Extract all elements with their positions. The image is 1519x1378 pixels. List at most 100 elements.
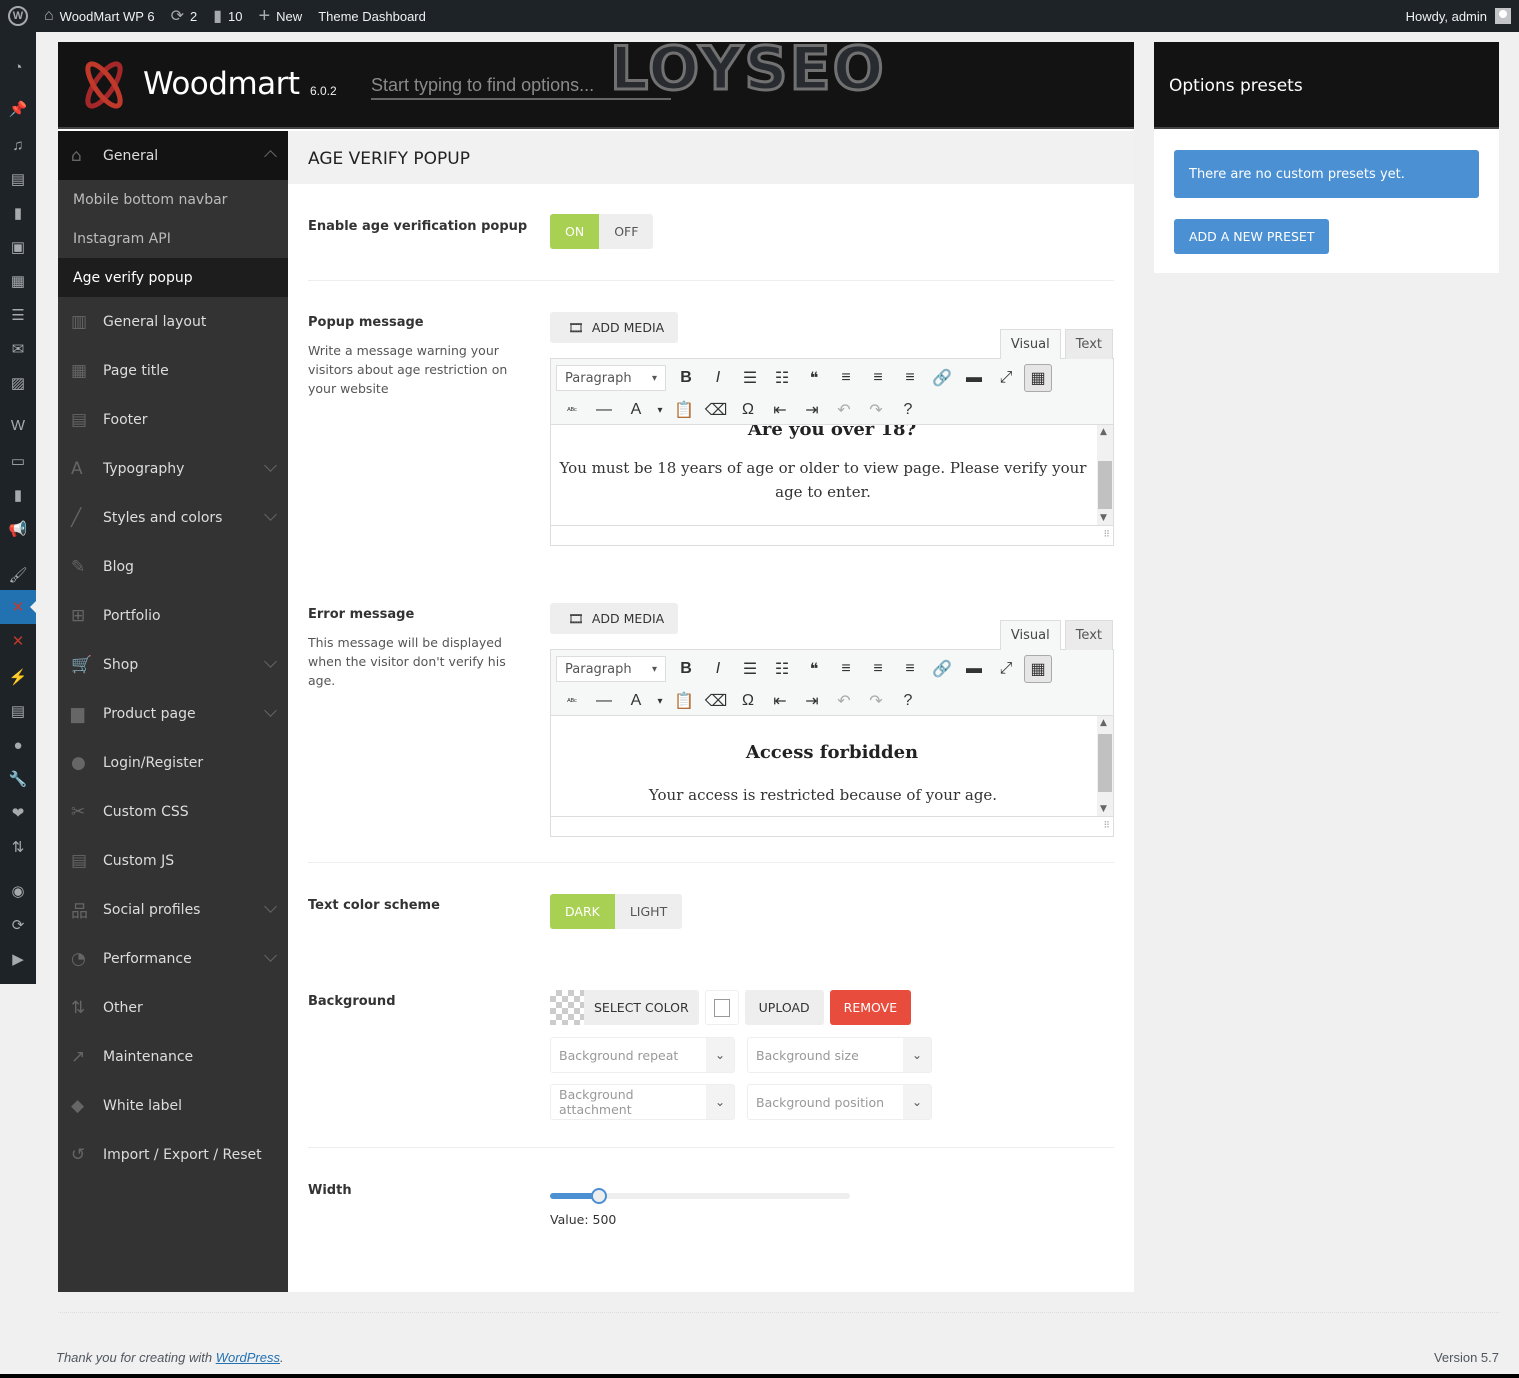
media-icon[interactable]: ♫ (0, 128, 36, 162)
wpml-icon[interactable]: ◉ (0, 874, 36, 908)
dropdown-icon[interactable]: ▾ (652, 405, 668, 416)
sidebar-subitem[interactable]: Instagram API (58, 219, 288, 258)
background-position-select[interactable]: Background position ⌄ (747, 1084, 932, 1120)
mail-icon[interactable]: ✉ (0, 332, 36, 366)
comments-link[interactable]: ▮ 10 (205, 0, 250, 32)
align-right-icon[interactable]: ≡ (894, 369, 926, 387)
read-more-icon[interactable]: ▬ (958, 369, 990, 387)
color-scheme-toggle[interactable]: DARK LIGHT (550, 894, 683, 929)
italic-icon[interactable]: I (702, 660, 734, 678)
link-icon[interactable]: 🔗 (926, 659, 958, 679)
background-attachment-select[interactable]: Background attachment ⌄ (550, 1084, 735, 1120)
width-slider[interactable] (550, 1188, 850, 1204)
forms-icon[interactable]: ☰ (0, 298, 36, 332)
read-more-icon[interactable]: ▬ (958, 660, 990, 678)
clear-format-icon[interactable]: ⌫ (700, 400, 732, 420)
fullscreen-icon[interactable]: ⤢ (990, 660, 1022, 678)
sidebar-item-social-profiles[interactable]: 品 Social profiles (58, 885, 288, 934)
wp-logo-button[interactable]: W (0, 0, 36, 32)
sidebar-subitem[interactable]: Mobile bottom navbar (58, 180, 288, 219)
indent-icon[interactable]: ⇥ (796, 691, 828, 711)
tab-text[interactable]: Text (1064, 329, 1113, 359)
dashboard-icon[interactable]: ◔ (0, 50, 36, 84)
help-icon[interactable]: ? (892, 401, 924, 419)
remove-button[interactable]: REMOVE (829, 990, 912, 1025)
sidebar-item-shop[interactable]: 🛒 Shop (58, 640, 288, 689)
appearance-icon[interactable]: 🖌 (0, 558, 36, 592)
analytics-icon[interactable]: ▮ (0, 478, 36, 512)
add-media-button[interactable]: 🎞 ADD MEDIA (550, 312, 679, 343)
sidebar-item-performance[interactable]: ◔ Performance (58, 934, 288, 983)
blockquote-icon[interactable]: ❝ (798, 368, 830, 388)
background-size-select[interactable]: Background size ⌄ (747, 1037, 932, 1073)
pages-icon[interactable]: ▤ (0, 162, 36, 196)
layout-icon[interactable]: ▦ (0, 264, 36, 298)
portfolio-icon[interactable]: ▣ (0, 230, 36, 264)
slider-icon[interactable]: ❤ (0, 796, 36, 830)
sidebar-item-portfolio[interactable]: ⊞ Portfolio (58, 591, 288, 640)
strikethrough-icon[interactable]: ᴬᴮᶜ (556, 697, 588, 706)
theme-dashboard-link[interactable]: Theme Dashboard (310, 0, 434, 32)
align-left-icon[interactable]: ≡ (830, 660, 862, 678)
gallery-icon[interactable]: ▨ (0, 366, 36, 400)
new-content-link[interactable]: + New (250, 0, 310, 32)
enable-popup-toggle[interactable]: ON OFF (550, 214, 654, 249)
toolbar-toggle-icon[interactable]: ▦ (1024, 364, 1052, 392)
on-option[interactable]: ON (550, 214, 600, 249)
tab-visual[interactable]: Visual (999, 620, 1061, 650)
fullscreen-icon[interactable]: ⤢ (990, 369, 1022, 387)
settings-icon[interactable]: ⇅ (0, 830, 36, 864)
my-account[interactable]: Howdy, admin (1406, 8, 1519, 24)
background-repeat-select[interactable]: Background repeat ⌄ (550, 1037, 735, 1073)
slider-handle[interactable] (590, 1188, 607, 1204)
numbered-list-icon[interactable]: ☷ (766, 368, 798, 388)
dropdown-icon[interactable]: ▾ (652, 696, 668, 707)
sidebar-subitem[interactable]: Age verify popup (58, 258, 288, 297)
italic-icon[interactable]: I (702, 369, 734, 387)
undo-icon[interactable]: ↶ (828, 691, 860, 711)
bold-icon[interactable]: B (670, 660, 702, 678)
error-message-content[interactable]: Access forbidden Your access is restrict… (551, 716, 1113, 816)
bold-icon[interactable]: B (670, 369, 702, 387)
archive-icon[interactable]: ▭ (0, 444, 36, 478)
sidebar-item-custom-css[interactable]: ✂ Custom CSS (58, 787, 288, 836)
editor-scrollbar[interactable]: ▲ ▼ (1097, 425, 1113, 525)
updates-link[interactable]: ⟳ 2 (163, 0, 206, 32)
woo-icon[interactable]: W (0, 408, 36, 442)
paste-text-icon[interactable]: 📋 (668, 400, 700, 420)
horizontal-line-icon[interactable]: — (588, 401, 620, 419)
play-icon[interactable]: ▶ (0, 942, 36, 976)
redo-icon[interactable]: ↷ (860, 400, 892, 420)
outdent-icon[interactable]: ⇤ (764, 400, 796, 420)
link-icon[interactable]: 🔗 (926, 368, 958, 388)
clear-format-icon[interactable]: ⌫ (700, 691, 732, 711)
sidebar-item-login-register[interactable]: ● Login/Register (58, 738, 288, 787)
special-char-icon[interactable]: Ω (732, 692, 764, 710)
sidebar-item-custom-js[interactable]: ▤ Custom JS (58, 836, 288, 885)
align-center-icon[interactable]: ≡ (862, 660, 894, 678)
light-option[interactable]: LIGHT (615, 894, 682, 929)
upload-button[interactable]: UPLOAD (744, 990, 824, 1025)
blockquote-icon[interactable]: ❝ (798, 659, 830, 679)
strikethrough-icon[interactable]: ᴬᴮᶜ (556, 406, 588, 415)
sidebar-item-import-export-reset[interactable]: ↺ Import / Export / Reset (58, 1130, 288, 1179)
table-icon[interactable]: ▤ (0, 694, 36, 728)
undo-icon[interactable]: ↶ (828, 400, 860, 420)
pin-icon[interactable]: 📌 (0, 92, 36, 126)
resize-handle[interactable] (551, 525, 1113, 545)
sidebar-item-page-title[interactable]: ▦ Page title (58, 346, 288, 395)
editor-scrollbar[interactable]: ▲ ▼ (1097, 716, 1113, 816)
sidebar-item-general[interactable]: ⌂ General (58, 131, 288, 180)
sidebar-item-typography[interactable]: A Typography (58, 444, 288, 493)
sidebar-item-styles-and-colors[interactable]: ╱ Styles and colors (58, 493, 288, 542)
format-select[interactable]: Paragraph ▾ (556, 365, 666, 391)
add-preset-button[interactable]: ADD A NEW PRESET (1174, 219, 1330, 254)
dark-option[interactable]: DARK (550, 894, 615, 929)
sync-icon[interactable]: ⟳ (0, 908, 36, 942)
sidebar-item-blog[interactable]: ✎ Blog (58, 542, 288, 591)
sidebar-item-footer[interactable]: ▤ Footer (58, 395, 288, 444)
special-char-icon[interactable]: Ω (732, 401, 764, 419)
align-left-icon[interactable]: ≡ (830, 369, 862, 387)
align-right-icon[interactable]: ≡ (894, 660, 926, 678)
marketing-icon[interactable]: 📢 (0, 512, 36, 546)
